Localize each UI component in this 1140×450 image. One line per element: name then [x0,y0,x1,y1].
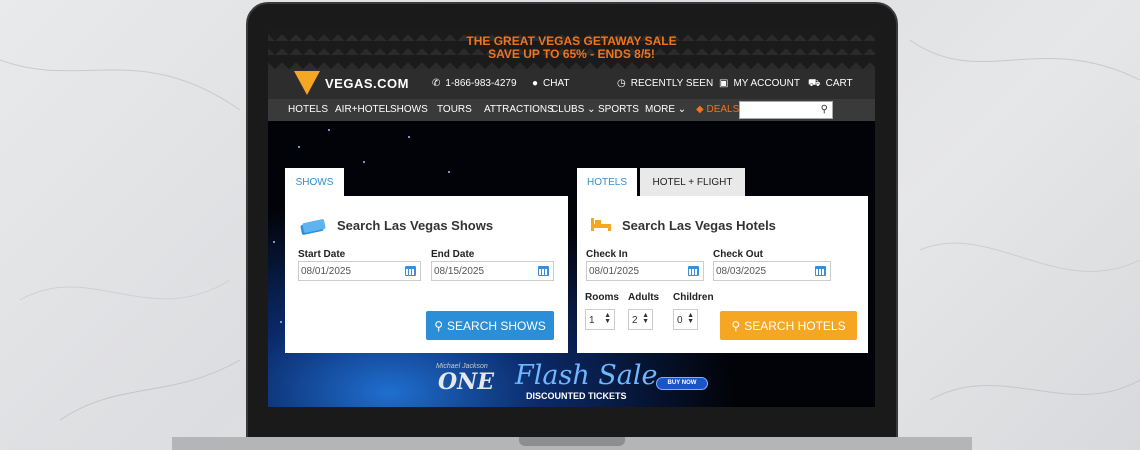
start-date-value: 08/01/2025 [301,266,352,277]
stepper-arrows-icon: ▲ ▼ [687,312,694,325]
start-date-label: Start Date [298,249,346,260]
search-icon: ⚲ [731,319,741,333]
check-in-value: 08/01/2025 [589,266,640,277]
nav-clubs-label: CLUBS [551,104,585,115]
chat-link[interactable]: ● CHAT [532,78,570,89]
search-icon[interactable]: ⚲ [821,104,828,115]
ticket-icon [300,219,326,235]
chat-bubble-icon: ● [532,78,539,89]
adults-select[interactable]: 2 ▲ ▼ [628,309,653,330]
nav-item-sports[interactable]: SPORTS [598,104,639,115]
adults-label: Adults [628,292,660,303]
search-icon: ⚲ [434,319,444,333]
recently-seen-label: RECENTLY SEEN [630,78,714,89]
buy-now-button[interactable]: BUY NOW [656,377,708,390]
nav-item-shows[interactable]: SHOWS [390,104,428,115]
sparkle [328,129,330,131]
recently-seen-link[interactable]: ◷ RECENTLY SEEN [617,78,713,89]
phone-icon: ✆ [432,78,441,89]
promo-headline: THE GREAT VEGAS GETAWAY SALE [466,34,677,48]
sparkle [408,136,410,138]
children-value: 0 [677,315,683,326]
show-name-one: ONE [438,369,495,395]
my-account-link[interactable]: ▣ MY ACCOUNT [719,78,800,89]
calendar-icon[interactable] [815,266,826,276]
nav-item-air-hotel[interactable]: AIR+HOTEL [335,104,391,115]
stepper-arrows-icon: ▲ ▼ [642,312,649,325]
rooms-label: Rooms [585,292,619,303]
check-in-field[interactable]: 08/01/2025 [586,261,704,281]
flash-sale-banner[interactable]: Michael Jackson ONE Flash Sale DISCOUNTE… [268,360,875,407]
rooms-select[interactable]: 1 ▲ ▼ [585,309,615,330]
nav-item-clubs[interactable]: CLUBS ⌄ [551,104,596,115]
nav-item-hotels[interactable]: HOTELS [288,104,328,115]
shows-search-panel: Search Las Vegas Shows Start Date End Da… [285,196,568,353]
stepper-arrows-icon: ▲ ▼ [604,312,611,325]
children-select[interactable]: 0 ▲ ▼ [673,309,698,330]
main-nav: HOTELS AIR+HOTEL SHOWS TOURS ATTRACTIONS… [268,99,875,121]
search-shows-label: SEARCH SHOWS [447,319,546,333]
chevron-down-icon: ⌄ [587,104,596,115]
flash-sale-title: Flash Sale [515,360,658,391]
nav-item-more[interactable]: MORE ⌄ [645,104,686,115]
end-date-field[interactable]: 08/15/2025 [431,261,554,281]
tab-shows[interactable]: SHOWS [285,168,344,196]
calendar-icon[interactable] [538,266,549,276]
tag-icon: ◆ [696,104,704,115]
nav-item-attractions[interactable]: ATTRACTIONS [484,104,554,115]
clock-icon: ◷ [617,78,626,89]
adults-value: 2 [632,315,638,326]
sparkle [280,321,282,323]
sparkle [363,161,365,163]
promo-subline: SAVE UP TO 65% - ENDS 8/5! [488,47,655,61]
search-shows-button[interactable]: ⚲ SEARCH SHOWS [426,311,554,340]
phone-number: 1-866-983-4279 [445,78,517,89]
laptop-notch [519,437,625,446]
promo-banner[interactable]: THE GREAT VEGAS GETAWAY SALE SAVE UP TO … [268,27,875,69]
rooms-value: 1 [589,315,595,326]
logo-v-icon[interactable] [294,71,320,95]
tab-hotel-flight[interactable]: HOTEL + FLIGHT [640,168,745,196]
search-input[interactable]: ⚲ [739,101,833,119]
phone-link[interactable]: ✆ 1-866-983-4279 [432,78,517,89]
end-date-label: End Date [431,249,475,260]
my-account-label: MY ACCOUNT [733,78,800,89]
sparkle [273,241,275,243]
brand-logo-text[interactable]: VEGAS.COM [325,76,409,91]
check-in-label: Check In [586,249,628,260]
search-hotels-label: SEARCH HOTELS [744,319,846,333]
nav-item-tours[interactable]: TOURS [437,104,472,115]
nav-item-deals[interactable]: ◆ DEALS [696,104,739,115]
check-out-label: Check Out [713,249,764,260]
tab-hotels[interactable]: HOTELS [577,168,637,196]
nav-deals-label: DEALS [706,104,740,115]
start-date-field[interactable]: 08/01/2025 [298,261,421,281]
children-label: Children [673,292,714,303]
laptop-screen: THE GREAT VEGAS GETAWAY SALE SAVE UP TO … [268,27,875,407]
nav-more-label: MORE [645,104,675,115]
hotels-search-panel: Search Las Vegas Hotels Check In Check O… [577,196,868,353]
check-out-field[interactable]: 08/03/2025 [713,261,831,281]
shows-panel-title: Search Las Vegas Shows [337,218,494,233]
bed-icon [591,218,611,231]
chat-label: CHAT [543,78,570,89]
cart-link[interactable]: ⛟ CART [808,78,853,91]
check-out-value: 08/03/2025 [716,266,767,277]
search-hotels-button[interactable]: ⚲ SEARCH HOTELS [720,311,857,340]
calendar-icon[interactable] [405,266,416,276]
sparkle [448,171,450,173]
account-card-icon: ▣ [719,78,729,89]
flash-sale-subtitle: DISCOUNTED TICKETS [526,391,627,401]
end-date-value: 08/15/2025 [434,266,485,277]
hotels-panel-title: Search Las Vegas Hotels [622,218,776,233]
sparkle [298,146,300,148]
site-header: VEGAS.COM ✆ 1-866-983-4279 ● CHAT ◷ RECENTL… [268,69,875,99]
calendar-icon[interactable] [688,266,699,276]
chevron-down-icon: ⌄ [677,104,687,115]
cart-icon: ⛟ [808,78,821,89]
cart-label: CART [825,78,853,89]
